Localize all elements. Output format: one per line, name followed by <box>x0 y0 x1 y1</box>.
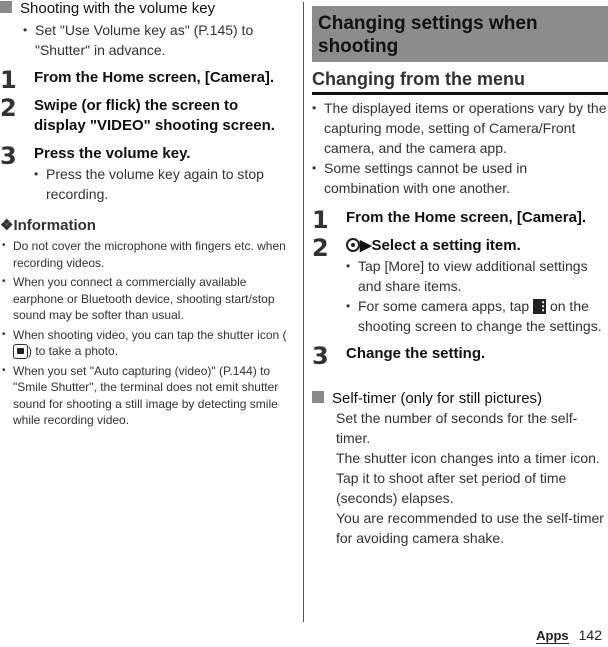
information-section: ❖Information Do not cover the microphone… <box>0 216 296 429</box>
right-step-3: 3 Change the setting. <box>312 342 608 370</box>
step-title: ▶Select a setting item. <box>346 236 608 256</box>
volume-key-heading: Shooting with the volume key <box>0 0 296 18</box>
self-timer-text: You are recommended to use the self-time… <box>336 510 604 546</box>
step-note: For some camera apps, tap on the shootin… <box>346 296 608 336</box>
sub-heading: Changing from the menu <box>312 67 608 95</box>
step-title: Change the setting. <box>346 345 486 362</box>
step-title: From the Home screen, [Camera]. <box>346 209 587 226</box>
info-item: When you set "Auto capturing (video)" (P… <box>2 363 294 429</box>
left-column: Shooting with the volume key Set "Use Vo… <box>0 0 296 432</box>
self-timer-section: Self-timer (only for still pictures) Set… <box>312 390 608 548</box>
section-banner: Changing settings when shooting <box>312 6 608 62</box>
info-item: Do not cover the microphone with fingers… <box>2 238 294 271</box>
step-note: Press the volume key again to stop recor… <box>34 164 274 204</box>
more-options-icon <box>533 298 549 314</box>
left-step-1: 1 From the Home screen, [Camera]. <box>0 66 296 94</box>
settings-gear-icon <box>346 238 360 253</box>
footer-section-label: Apps <box>536 628 569 644</box>
step-number: 1 <box>0 66 17 94</box>
step-note: Tap [More] to view additional settings a… <box>346 256 608 296</box>
step-number: 2 <box>312 234 329 262</box>
self-timer-heading: Self-timer (only for still pictures) <box>312 390 608 408</box>
volume-key-note: Set "Use Volume key as" (P.145) to "Shut… <box>23 20 260 60</box>
info-item: When shooting video, you can tap the shu… <box>2 327 294 360</box>
information-title: ❖Information <box>0 217 96 234</box>
right-column: Changing settings when shooting Changing… <box>312 0 608 548</box>
self-timer-text: Set the number of seconds for the self-t… <box>336 410 578 446</box>
camera-shutter-icon <box>13 344 28 360</box>
page-footer: Apps 142 <box>536 627 602 644</box>
square-marker-icon <box>312 391 324 404</box>
step-title: Press the volume key. <box>34 145 191 162</box>
right-step-2: 2 ▶Select a setting item. Tap [More] to … <box>312 234 608 336</box>
right-step-1: 1 From the Home screen, [Camera]. <box>312 206 608 234</box>
step-number: 2 <box>0 94 17 122</box>
left-step-2: 2 Swipe (or flick) the screen to display… <box>0 94 284 136</box>
info-item: When you connect a commercially availabl… <box>2 274 288 324</box>
step-number: 3 <box>312 342 329 370</box>
left-step-3: 3 Press the volume key. Press the volume… <box>0 142 274 204</box>
square-marker-icon <box>0 1 12 14</box>
menu-note: Some settings cannot be used in combinat… <box>312 158 554 198</box>
menu-note: The displayed items or operations vary b… <box>312 98 608 158</box>
step-title: Swipe (or flick) the screen to display "… <box>34 97 275 134</box>
column-divider <box>303 2 304 622</box>
step-number: 1 <box>312 206 329 234</box>
step-title: From the Home screen, [Camera]. <box>34 69 275 86</box>
self-timer-text: The shutter icon changes into a timer ic… <box>336 450 600 506</box>
page-number: 142 <box>578 627 602 643</box>
step-number: 3 <box>0 142 17 170</box>
